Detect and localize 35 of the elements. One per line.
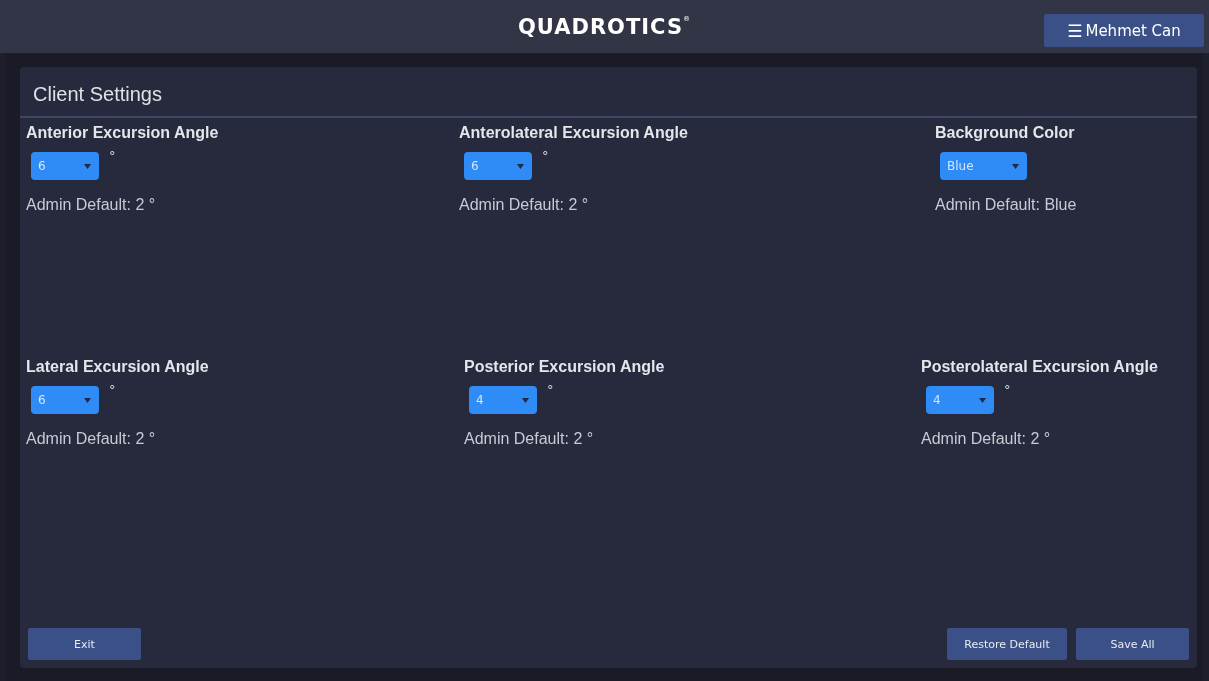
setting-label: Anterolateral Excursion Angle	[459, 124, 689, 143]
unit-label: °	[109, 148, 116, 163]
dropdown[interactable]: 6	[31, 386, 99, 414]
save-all-button[interactable]: Save All	[1076, 628, 1189, 660]
unit-label: °	[542, 148, 549, 163]
dropdown[interactable]: Blue	[940, 152, 1027, 180]
setting-label: Lateral Excursion Angle	[26, 358, 210, 377]
admin-default-text: Admin Default: 2 °	[459, 196, 590, 214]
admin-default-text: Admin Default: 2 °	[26, 430, 157, 448]
setting-label: Background Color	[935, 124, 1076, 143]
setting-label: Posterior Excursion Angle	[464, 358, 666, 377]
logo: QUADROTICS$^{®}$	[518, 14, 691, 39]
user-menu-button[interactable]: ☰ Mehmet Can	[1044, 14, 1204, 47]
restore-default-button[interactable]: Restore Default	[947, 628, 1067, 660]
admin-default-text: Admin Default: 2 °	[464, 430, 595, 448]
admin-default-text: Admin Default: Blue	[935, 196, 1077, 214]
caret-icon	[1012, 163, 1019, 169]
admin-default-text: Admin Default: 2 °	[921, 430, 1052, 448]
unit-label: °	[547, 382, 554, 397]
dropdown[interactable]: 4	[469, 386, 537, 414]
panel-title: Client Settings	[20, 67, 1197, 118]
unit-label: °	[109, 382, 116, 397]
setting-label: Anterior Excursion Angle	[26, 124, 220, 143]
exit-button[interactable]: Exit	[28, 628, 141, 660]
dropdown[interactable]: 6	[31, 152, 99, 180]
caret-icon	[84, 397, 91, 403]
admin-default-text: Admin Default: 2 °	[26, 196, 157, 214]
caret-icon	[84, 163, 91, 169]
caret-icon	[517, 163, 524, 169]
setting-label: Posterolateral Excursion Angle	[921, 358, 1158, 377]
caret-icon	[522, 397, 529, 403]
unit-label: °	[1004, 382, 1011, 397]
caret-icon	[979, 397, 986, 403]
dropdown[interactable]: 6	[464, 152, 532, 180]
dropdown[interactable]: 4	[926, 386, 994, 414]
